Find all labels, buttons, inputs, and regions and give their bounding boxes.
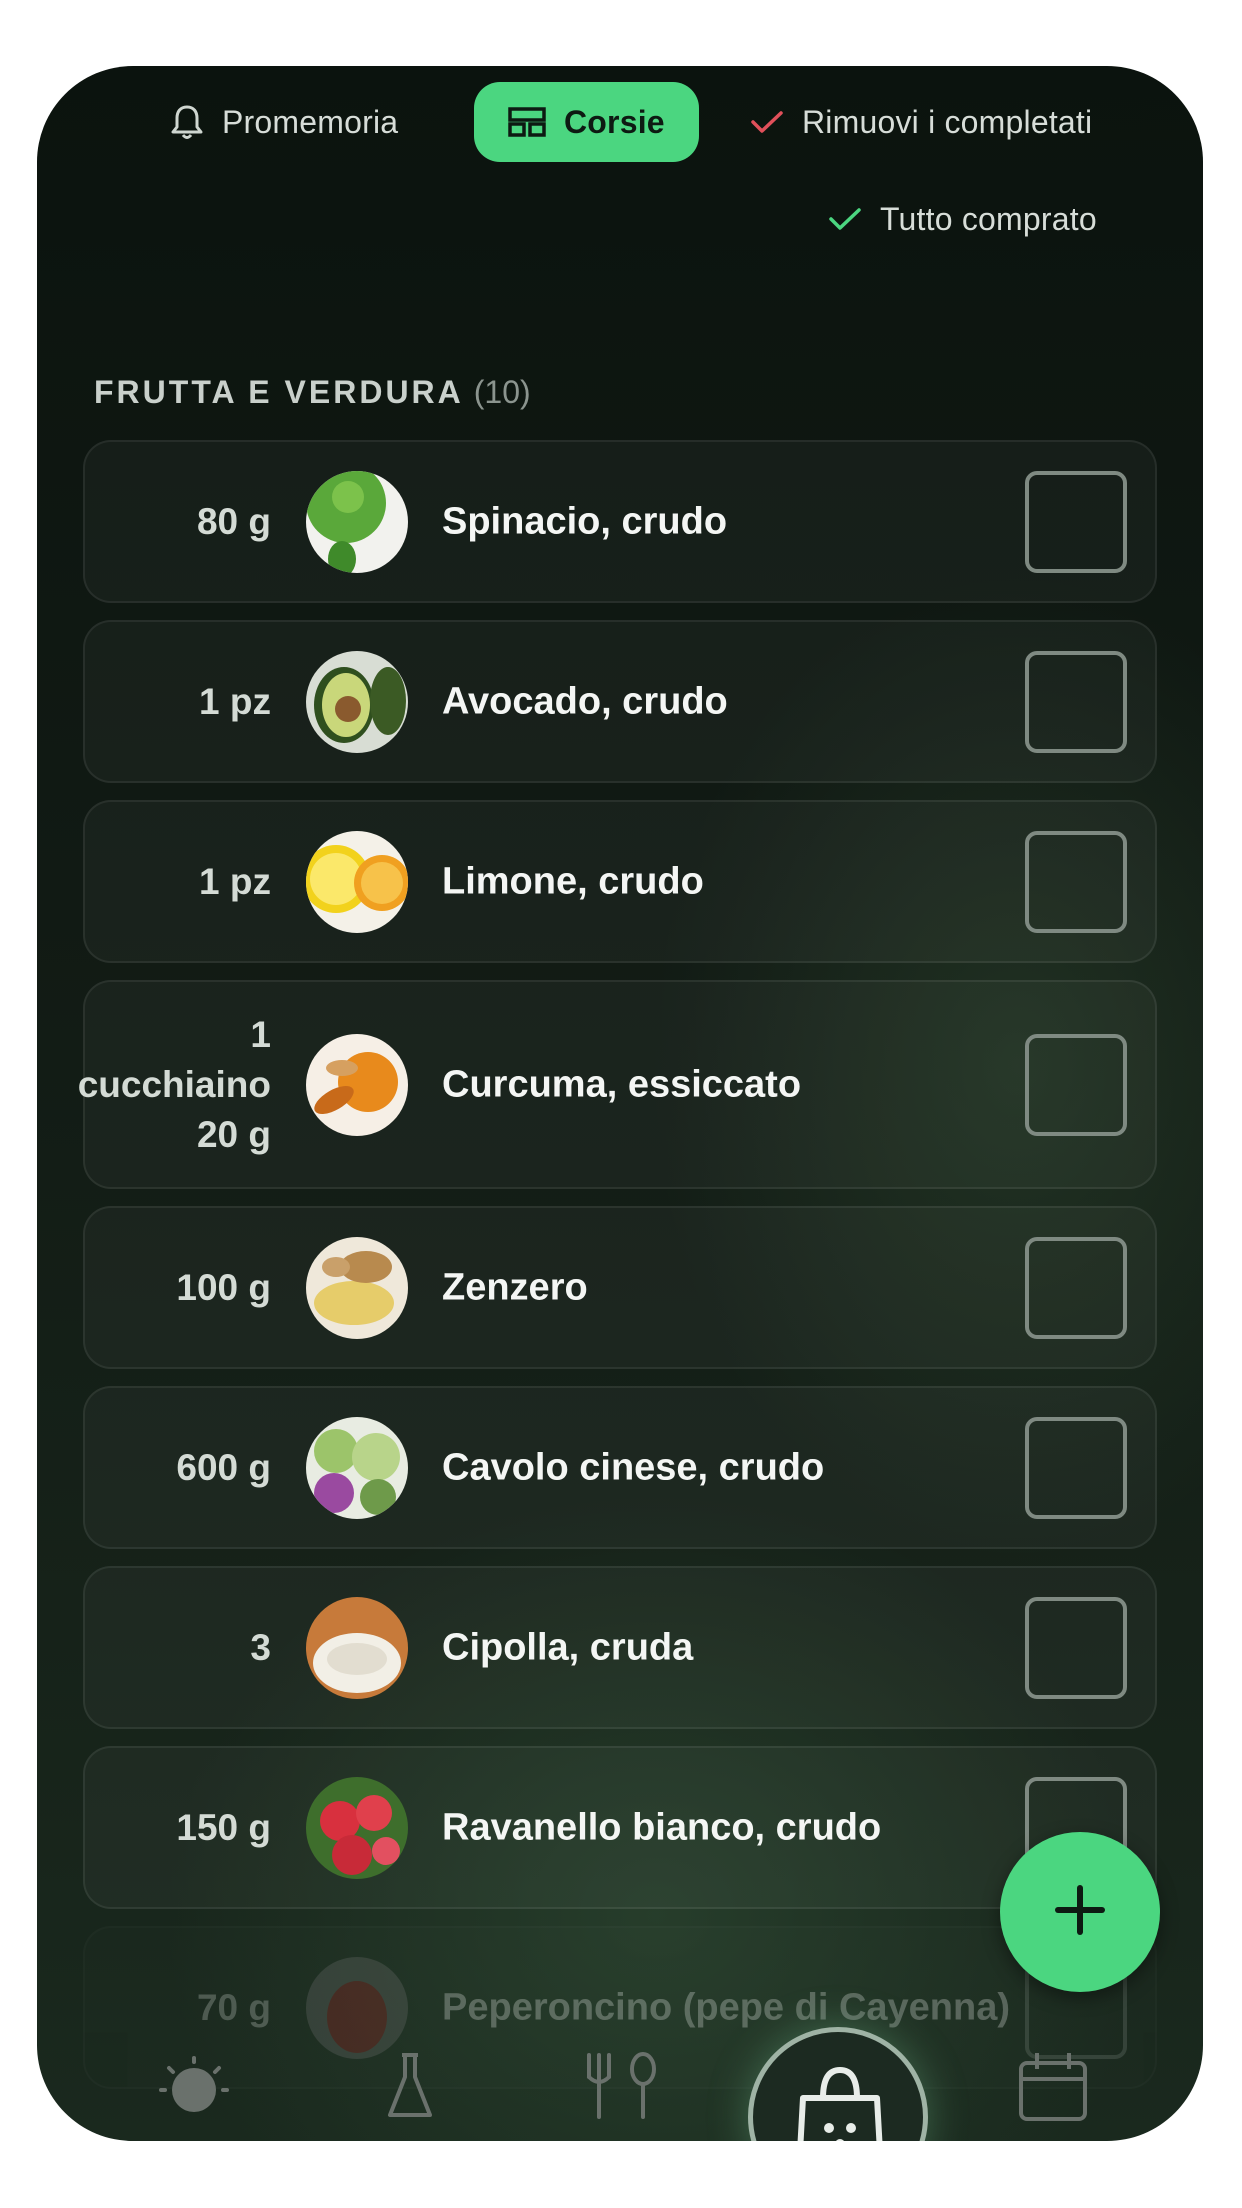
item-checkbox[interactable]: [1025, 470, 1127, 573]
flask-icon[interactable]: [380, 2051, 440, 2126]
item-checkbox[interactable]: [1025, 1596, 1127, 1699]
bell-icon: [170, 103, 204, 141]
item-image: [306, 1236, 408, 1339]
sun-icon[interactable]: [159, 2056, 229, 2121]
item-image: [306, 650, 408, 753]
item-image: [306, 1956, 408, 2059]
item-quantity: 70 g: [196, 1986, 271, 2028]
calendar-icon[interactable]: [1017, 2051, 1089, 2126]
item-name: Zenzero: [442, 1266, 588, 1308]
list-item[interactable]: 1 cucchiaino 20 g Curcuma, essiccato: [78, 980, 1157, 1189]
aisles-label: Corsie: [564, 103, 665, 140]
list-item[interactable]: 100 g Zenzero: [83, 1206, 1157, 1369]
item-quantity: 150 g: [176, 1806, 271, 1848]
aisles-icon: [508, 107, 546, 137]
item-image: [306, 1776, 408, 1879]
item-quantity: 1 cucchiaino 20 g: [77, 1013, 271, 1155]
list-item[interactable]: 3 Cipolla, cruda: [83, 1566, 1157, 1729]
list-item[interactable]: 150 g Ravanello bianco, crudo: [83, 1746, 1157, 1909]
item-name: Ravanello bianco, crudo: [442, 1806, 882, 1848]
plus-icon: [1054, 1884, 1106, 1941]
item-name: Cipolla, cruda: [442, 1626, 694, 1668]
section-header: FRUTTA E VERDURA (10): [94, 374, 531, 411]
remove-completed-button[interactable]: Rimuovi i completati: [750, 82, 1092, 162]
item-checkbox[interactable]: [1025, 1236, 1127, 1339]
item-name: Curcuma, essiccato: [442, 1063, 802, 1105]
item-image: [306, 470, 408, 573]
item-quantity: 100 g: [176, 1266, 271, 1308]
list-item[interactable]: 600 g Cavolo cinese, crudo: [83, 1386, 1157, 1549]
item-quantity: 3: [250, 1626, 271, 1668]
reminder-label: Promemoria: [222, 103, 399, 140]
checkmark-icon: [750, 109, 784, 135]
item-name: Peperoncino (pepe di Cayenna): [442, 1986, 1010, 2028]
item-name: Avocado, crudo: [442, 680, 728, 722]
item-quantity: 80 g: [196, 500, 271, 542]
phone-screen: Promemoria Corsie Rimuovi i completati T…: [37, 66, 1203, 2141]
list-item[interactable]: 1 pz Avocado, crudo: [83, 620, 1157, 783]
item-name: Cavolo cinese, crudo: [442, 1446, 825, 1488]
aisles-button[interactable]: Corsie: [474, 82, 699, 162]
shopping-bag-icon: [795, 2062, 885, 2141]
add-item-button[interactable]: [1000, 1832, 1160, 1992]
item-name: Spinacio, crudo: [442, 500, 728, 542]
cutlery-icon[interactable]: [577, 2051, 667, 2126]
toolbar: Promemoria Corsie Rimuovi i completati T…: [37, 82, 1203, 237]
list-item[interactable]: 1 pz Limone, crudo: [83, 800, 1157, 963]
item-quantity: 1 pz: [199, 680, 271, 722]
remove-completed-label: Rimuovi i completati: [802, 103, 1093, 140]
item-quantity: 600 g: [176, 1446, 271, 1488]
list-item[interactable]: 80 g Spinacio, crudo: [83, 440, 1157, 603]
item-quantity: 1 pz: [199, 860, 271, 902]
item-checkbox[interactable]: [1025, 1416, 1127, 1519]
item-checkbox[interactable]: [1025, 1033, 1127, 1136]
all-bought-button[interactable]: Tutto comprato: [828, 179, 1097, 259]
all-bought-label: Tutto comprato: [880, 200, 1097, 237]
checkmark-icon: [828, 206, 862, 232]
item-name: Limone, crudo: [442, 860, 704, 902]
item-image: [306, 1033, 408, 1136]
item-checkbox[interactable]: [1025, 650, 1127, 753]
section-title: FRUTTA E VERDURA: [94, 374, 464, 410]
item-image: [306, 1416, 408, 1519]
item-image: [306, 1596, 408, 1699]
item-checkbox[interactable]: [1025, 830, 1127, 933]
item-image: [306, 830, 408, 933]
section-count: (10): [473, 374, 531, 410]
reminder-button[interactable]: Promemoria: [170, 82, 398, 162]
